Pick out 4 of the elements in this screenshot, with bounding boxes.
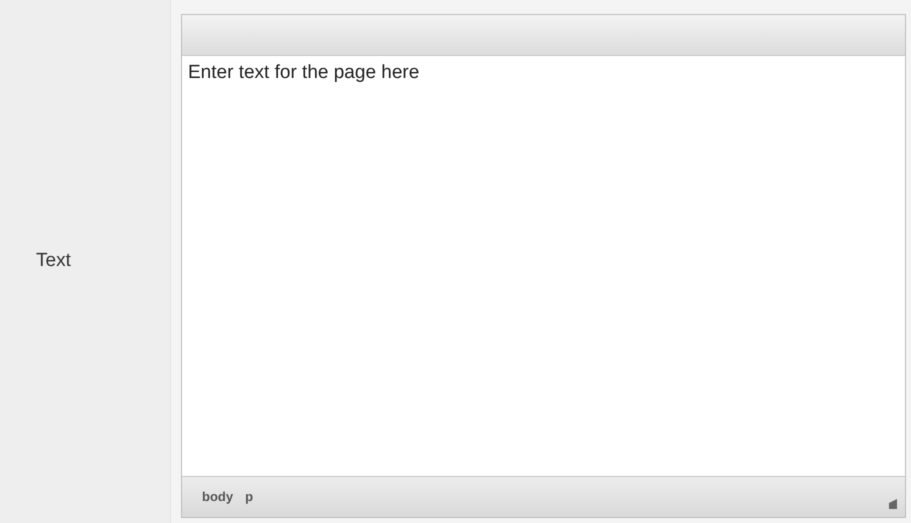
field-label: Text xyxy=(36,249,71,274)
resize-handle-icon[interactable] xyxy=(889,499,897,509)
element-path-item[interactable]: body xyxy=(202,487,234,507)
element-path-item[interactable]: p xyxy=(245,487,254,507)
